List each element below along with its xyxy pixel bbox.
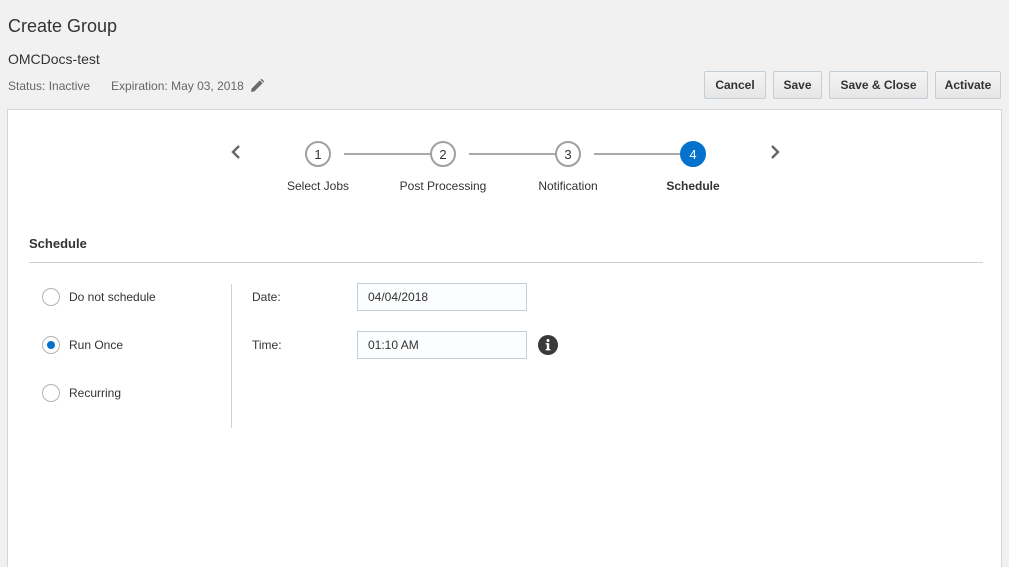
time-input[interactable] bbox=[357, 331, 527, 359]
step-label-post-processing[interactable]: Post Processing bbox=[383, 179, 503, 193]
section-title: Schedule bbox=[29, 236, 87, 251]
save-button[interactable]: Save bbox=[773, 71, 822, 99]
vertical-divider bbox=[231, 284, 232, 428]
page-title: Create Group bbox=[8, 16, 118, 36]
section-divider bbox=[29, 262, 983, 263]
step-label-schedule[interactable]: Schedule bbox=[633, 179, 753, 193]
step-label-select-jobs[interactable]: Select Jobs bbox=[258, 179, 378, 193]
save-close-button[interactable]: Save & Close bbox=[829, 71, 928, 99]
radio-selected-dot bbox=[47, 341, 55, 349]
chevron-right-icon[interactable] bbox=[767, 144, 783, 160]
expiration: Expiration: May 03, 2018 bbox=[111, 78, 265, 94]
pencil-icon[interactable] bbox=[249, 78, 265, 94]
cancel-button[interactable]: Cancel bbox=[704, 71, 766, 99]
date-input[interactable] bbox=[357, 283, 527, 311]
step-train: 1 2 3 4 Select Jobs Post Processing Noti… bbox=[8, 110, 1001, 210]
step-connector bbox=[594, 153, 693, 155]
time-label: Time: bbox=[252, 338, 282, 352]
info-icon[interactable] bbox=[538, 335, 558, 355]
step-circle-1[interactable]: 1 bbox=[305, 141, 331, 167]
step-circle-3[interactable]: 3 bbox=[555, 141, 581, 167]
expiration-text: Expiration: May 03, 2018 bbox=[111, 79, 244, 93]
radio-label: Do not schedule bbox=[69, 290, 156, 304]
status-text: Status: Inactive bbox=[8, 79, 91, 93]
toolbar: Cancel Save Save & Close Activate bbox=[704, 71, 1001, 99]
radio-circle[interactable] bbox=[42, 288, 60, 306]
step-circle-2[interactable]: 2 bbox=[430, 141, 456, 167]
step-circle-4[interactable]: 4 bbox=[680, 141, 706, 167]
chevron-left-icon[interactable] bbox=[228, 144, 244, 160]
main-panel: 1 2 3 4 Select Jobs Post Processing Noti… bbox=[7, 109, 1002, 567]
radio-circle[interactable] bbox=[42, 336, 60, 354]
radio-recurring[interactable]: Recurring bbox=[42, 384, 121, 402]
activate-button[interactable]: Activate bbox=[935, 71, 1001, 99]
radio-run-once[interactable]: Run Once bbox=[42, 336, 123, 354]
step-label-notification[interactable]: Notification bbox=[508, 179, 628, 193]
radio-label: Recurring bbox=[69, 386, 122, 400]
radio-do-not-schedule[interactable]: Do not schedule bbox=[42, 288, 156, 306]
group-meta: Status: Inactive Expiration: May 03, 201… bbox=[8, 78, 265, 94]
radio-circle[interactable] bbox=[42, 384, 60, 402]
step-connector bbox=[469, 153, 568, 155]
group-name: OMCDocs-test bbox=[8, 51, 100, 67]
date-label: Date: bbox=[252, 290, 281, 304]
radio-label: Run Once bbox=[69, 338, 124, 352]
step-connector bbox=[344, 153, 443, 155]
